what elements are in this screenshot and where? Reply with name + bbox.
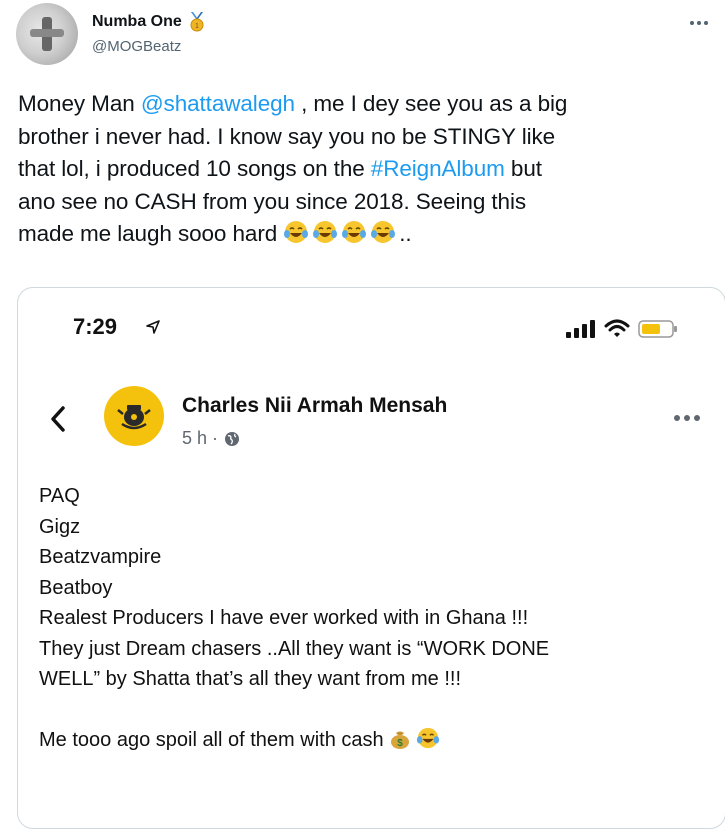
attached-image[interactable]: 7:29 Charles Nii Armah Mensah 5 h · PAQ … [17,287,725,829]
post-line: WELL” by Shatta that’s all they want fro… [39,668,462,690]
tears-of-joy-emoji-icon [313,221,338,243]
page-name[interactable]: Charles Nii Armah Mensah [182,394,447,418]
medal-icon: 1 [190,12,204,32]
post-line: Beatboy [39,576,113,599]
page-avatar[interactable] [104,386,164,446]
post-options-icon[interactable] [672,414,702,422]
tears-of-joy-emoji-icon [416,727,439,749]
tears-of-joy-emoji-icon [284,221,309,243]
tears-of-joy-emoji-icon [371,221,396,243]
more-options-icon[interactable] [687,18,711,28]
globe-icon [225,431,240,446]
location-arrow-icon [146,320,160,334]
cellular-signal-icon [566,320,595,338]
tweet-line-2: brother i never had. I know say you no b… [18,123,556,149]
svg-text:1: 1 [195,23,199,30]
post-body: PAQ Gigz Beatzvampire Beatboy Realest Pr… [39,481,719,756]
post-meta: 5 h · [182,428,240,449]
wifi-icon [604,319,630,337]
post-line: Realest Producers I have ever worked wit… [39,607,529,629]
post-line: They just Dream chasers ..All they want … [39,637,550,660]
tweet-line-4: ano see no CASH from you since 2018. See… [18,188,526,214]
tweet-text-segment: , me I dey see you as a big [294,91,568,116]
author-display-name[interactable]: Numba One [92,13,182,31]
post-line: Gigz [39,515,81,538]
tweet-text: Money Man @shattawalegh , me I dey see y… [18,88,718,251]
post-timestamp: 5 h · [182,428,219,448]
mention-link[interactable]: @shattawalegh [141,91,295,116]
status-bar-time: 7:29 [73,314,118,339]
post-line: Me tooo ago spoil all of them with cash [39,729,384,751]
author-name-row: Numba One 1 [92,12,206,32]
tweet-text-segment: but [504,156,542,181]
author-avatar[interactable] [16,3,78,65]
back-chevron-icon[interactable] [50,406,66,432]
tweet-text-segment: Money Man [18,91,141,116]
tweet-text-segment: .. [399,221,412,246]
post-line [39,695,719,726]
tweet-text-segment: made me laugh sooo hard [18,221,284,246]
tweet-line-1: Money Man @shattawalegh , me I dey see y… [18,88,718,121]
money-bag-emoji-icon: $ [390,731,409,749]
battery-icon [638,320,677,338]
hashtag-link[interactable]: #ReignAlbum [371,156,505,181]
tears-of-joy-emoji-icon [342,221,367,243]
tweet-text-segment: that lol, i produced 10 songs on the [18,156,371,181]
author-handle[interactable]: @MOGBeatz [92,38,181,55]
tweet-line-5: made me laugh sooo hard .. [18,218,718,251]
crest-logo-icon [117,405,151,430]
tweet-line-3: that lol, i produced 10 songs on the #Re… [18,153,718,186]
post-line: Beatzvampire [39,546,162,568]
svg-text:$: $ [397,738,403,749]
post-line: PAQ [39,485,80,507]
post-line-last: Me tooo ago spoil all of them with cash $ [39,725,719,756]
status-bar-icons [566,319,678,339]
